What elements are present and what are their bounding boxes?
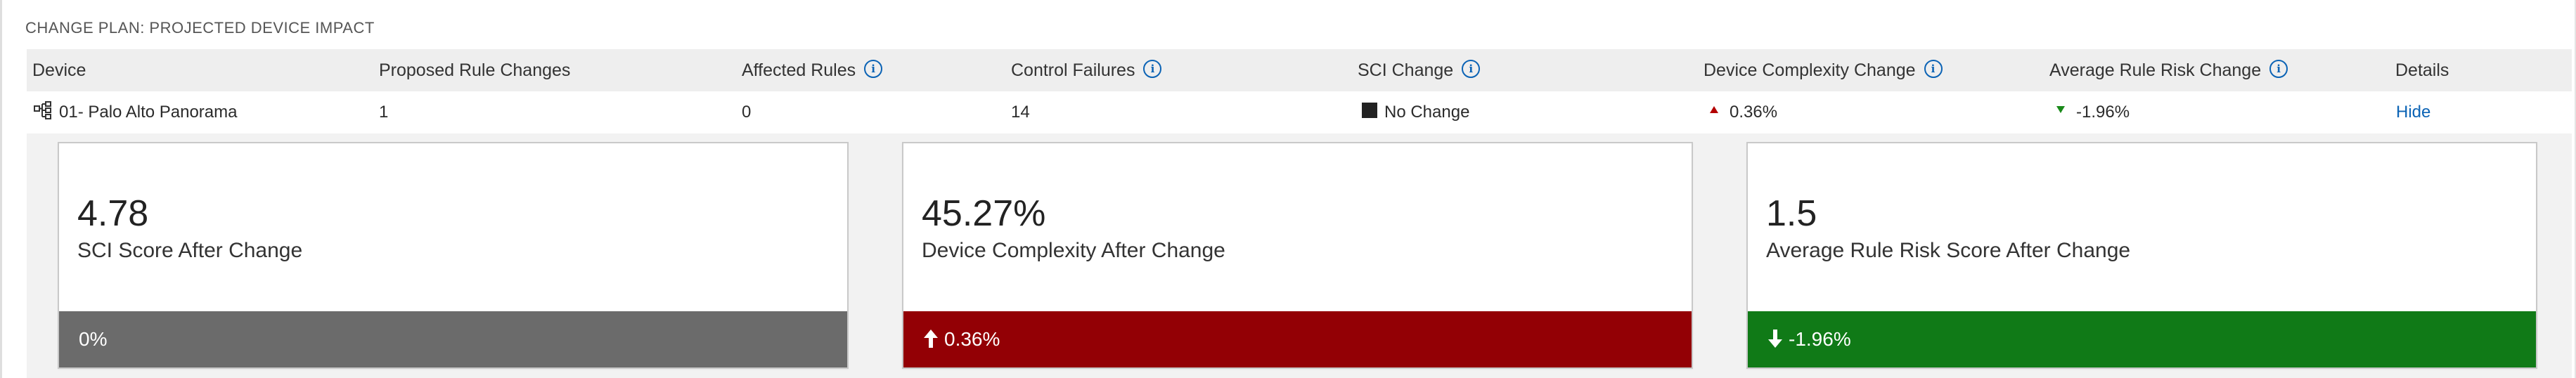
hide-details-link[interactable]: Hide <box>2396 91 2430 133</box>
header-proposed-rule-changes[interactable]: Proposed Rule Changes <box>379 49 570 91</box>
header-affected-rules[interactable]: Affected Rules i <box>742 49 883 91</box>
card-label: Device Complexity After Change <box>922 239 1225 262</box>
average-rule-risk-card: 1.5 Average Rule Risk Score After Change… <box>1746 142 2537 369</box>
card-footer-change: 0% <box>59 311 847 367</box>
device-tree-icon <box>34 100 51 119</box>
header-sci-change[interactable]: SCI Change i <box>1358 49 1481 91</box>
header-details[interactable]: Details <box>2395 49 2449 91</box>
header-device-complexity-change[interactable]: Device Complexity Change i <box>1704 49 1943 91</box>
detail-panel: 4.78 SCI Score After Change 0% 45.27% De… <box>27 133 2572 378</box>
card-label: SCI Score After Change <box>77 239 303 262</box>
card-label: Average Rule Risk Score After Change <box>1766 239 2131 262</box>
card-footer-change: 0.36% <box>903 311 1692 367</box>
arrow-up-icon <box>924 329 938 348</box>
left-border <box>0 0 2 378</box>
arrow-down-icon <box>1768 329 1782 348</box>
cell-proposed-rule-changes: 1 <box>379 103 389 122</box>
cell-affected-rules: 0 <box>742 103 752 122</box>
header-control-failures[interactable]: Control Failures i <box>1011 49 1162 91</box>
info-icon[interactable]: i <box>2269 60 2288 79</box>
cell-average-rule-risk-change: -1.96% <box>2056 91 2130 133</box>
card-value: 1.5 <box>1766 193 1817 234</box>
device-complexity-card: 45.27% Device Complexity After Change 0.… <box>902 142 1693 369</box>
info-icon[interactable]: i <box>1924 60 1943 79</box>
card-value: 45.27% <box>922 193 1046 234</box>
section-title: CHANGE PLAN: PROJECTED DEVICE IMPACT <box>25 19 375 37</box>
info-icon[interactable]: i <box>1143 60 1162 79</box>
cell-device: 01- Palo Alto Panorama <box>34 91 238 133</box>
triangle-down-icon <box>2056 106 2065 113</box>
card-value: 4.78 <box>77 193 149 234</box>
triangle-up-icon <box>1710 106 1718 113</box>
table-row[interactable]: 01- Palo Alto Panorama 1 0 14 No Change … <box>27 91 2572 133</box>
card-footer-change: -1.96% <box>1748 311 2536 367</box>
cell-control-failures: 14 <box>1011 103 1030 122</box>
header-average-rule-risk-change[interactable]: Average Rule Risk Change i <box>2049 49 2288 91</box>
sci-score-card: 4.78 SCI Score After Change 0% <box>58 142 849 369</box>
square-icon <box>1362 102 1377 118</box>
table-header: Device Proposed Rule Changes Affected Ru… <box>27 49 2572 91</box>
info-icon[interactable]: i <box>1462 60 1481 79</box>
cell-device-complexity-change: 0.36% <box>1710 91 1777 133</box>
cell-sci-change: No Change <box>1362 91 1469 133</box>
info-icon[interactable]: i <box>864 60 883 79</box>
header-device[interactable]: Device <box>32 49 86 91</box>
